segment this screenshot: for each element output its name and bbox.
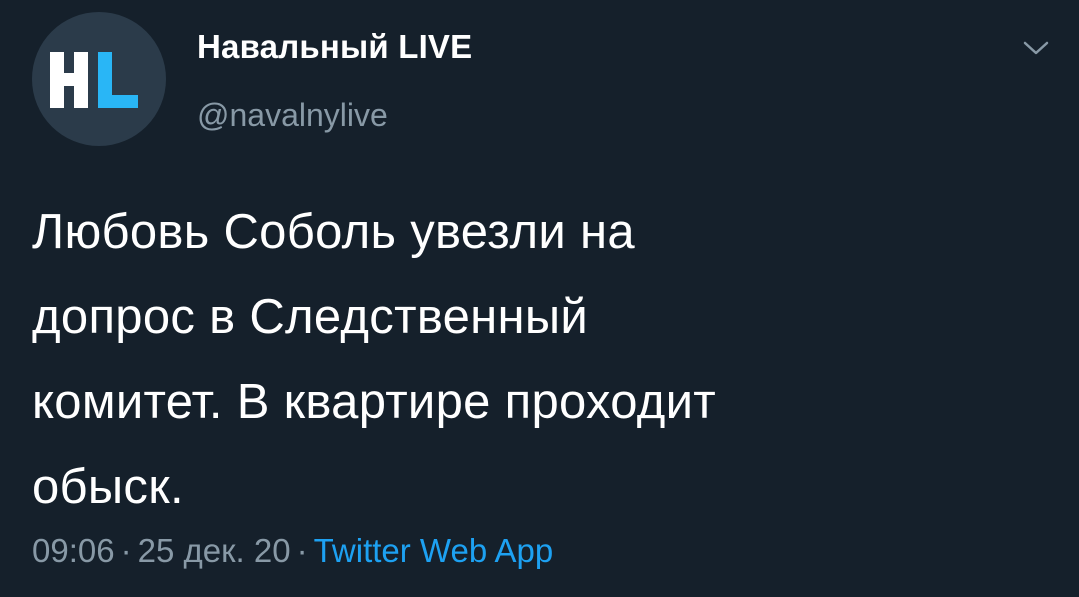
tweet-text: Любовь Соболь увезли на допрос в Следств… xyxy=(32,190,1042,530)
tweet-text-line: обыск. xyxy=(32,460,184,514)
tweet-text-line: комитет. В квартире проходит xyxy=(32,375,717,429)
meta-separator: · xyxy=(296,532,308,569)
tweet-time[interactable]: 09:06 xyxy=(32,532,115,569)
more-options-button[interactable] xyxy=(1014,30,1058,66)
tweet-text-line: Любовь Соболь увезли на xyxy=(32,205,635,259)
meta-separator: · xyxy=(120,532,132,569)
tweet-meta: 09:06 · 25 дек. 20 · Twitter Web App xyxy=(32,532,553,570)
hl-logo-icon xyxy=(50,52,138,108)
tweet-source-link[interactable]: Twitter Web App xyxy=(314,532,554,569)
author-handle[interactable]: @navalnylive xyxy=(197,97,388,134)
tweet-card: Навальный LIVE @navalnylive Любовь Собол… xyxy=(0,0,1079,597)
author-name[interactable]: Навальный LIVE xyxy=(197,28,472,66)
author-avatar[interactable] xyxy=(32,12,166,146)
tweet-date[interactable]: 25 дек. 20 xyxy=(138,532,291,569)
chevron-down-icon xyxy=(1023,41,1049,55)
tweet-text-line: допрос в Следственный xyxy=(32,290,589,344)
